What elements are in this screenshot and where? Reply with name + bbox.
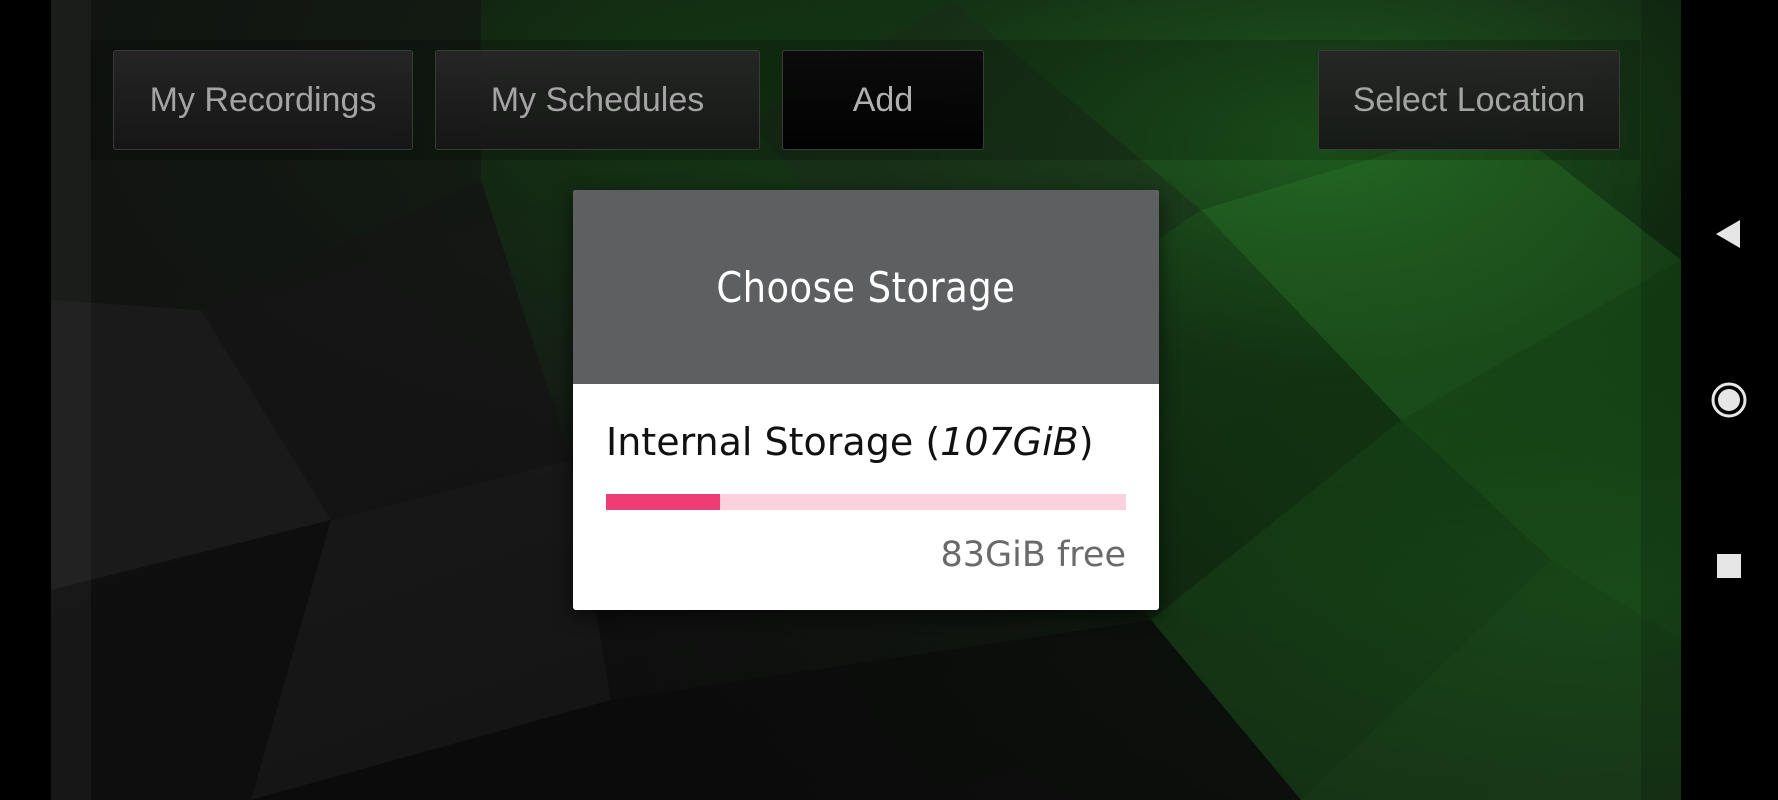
my-recordings-button[interactable]: My Recordings xyxy=(113,50,413,150)
storage-free-text: 83GiB free xyxy=(940,535,1126,575)
home-circle-icon[interactable] xyxy=(1705,376,1753,424)
storage-name-label: Internal Storage xyxy=(606,420,914,464)
my-schedules-button[interactable]: My Schedules xyxy=(435,50,760,150)
storage-usage-fill xyxy=(606,494,720,510)
dialog-title: Choose Storage xyxy=(716,262,1016,312)
select-location-label: Select Location xyxy=(1352,80,1586,119)
right-edge-strip xyxy=(1641,0,1681,800)
dialog-header: Choose Storage xyxy=(573,190,1159,384)
screen: My Recordings My Schedules Add Select Lo… xyxy=(0,0,1778,800)
my-schedules-label: My Schedules xyxy=(490,80,705,119)
storage-name: Internal Storage (107GiB) xyxy=(606,420,1094,464)
storage-size: 107GiB xyxy=(940,420,1079,464)
storage-usage-bar xyxy=(606,494,1126,510)
choose-storage-dialog: Choose Storage Internal Storage (107GiB)… xyxy=(573,190,1159,610)
storage-size-close: ) xyxy=(1078,420,1094,464)
add-label: Add xyxy=(852,80,914,119)
left-edge-strip xyxy=(51,0,91,800)
storage-size-open: ( xyxy=(925,420,941,464)
back-triangle-icon[interactable] xyxy=(1705,210,1753,258)
recents-square-icon[interactable] xyxy=(1705,542,1753,590)
my-recordings-label: My Recordings xyxy=(149,80,377,119)
add-button[interactable]: Add xyxy=(782,50,984,150)
select-location-button[interactable]: Select Location xyxy=(1318,50,1620,150)
